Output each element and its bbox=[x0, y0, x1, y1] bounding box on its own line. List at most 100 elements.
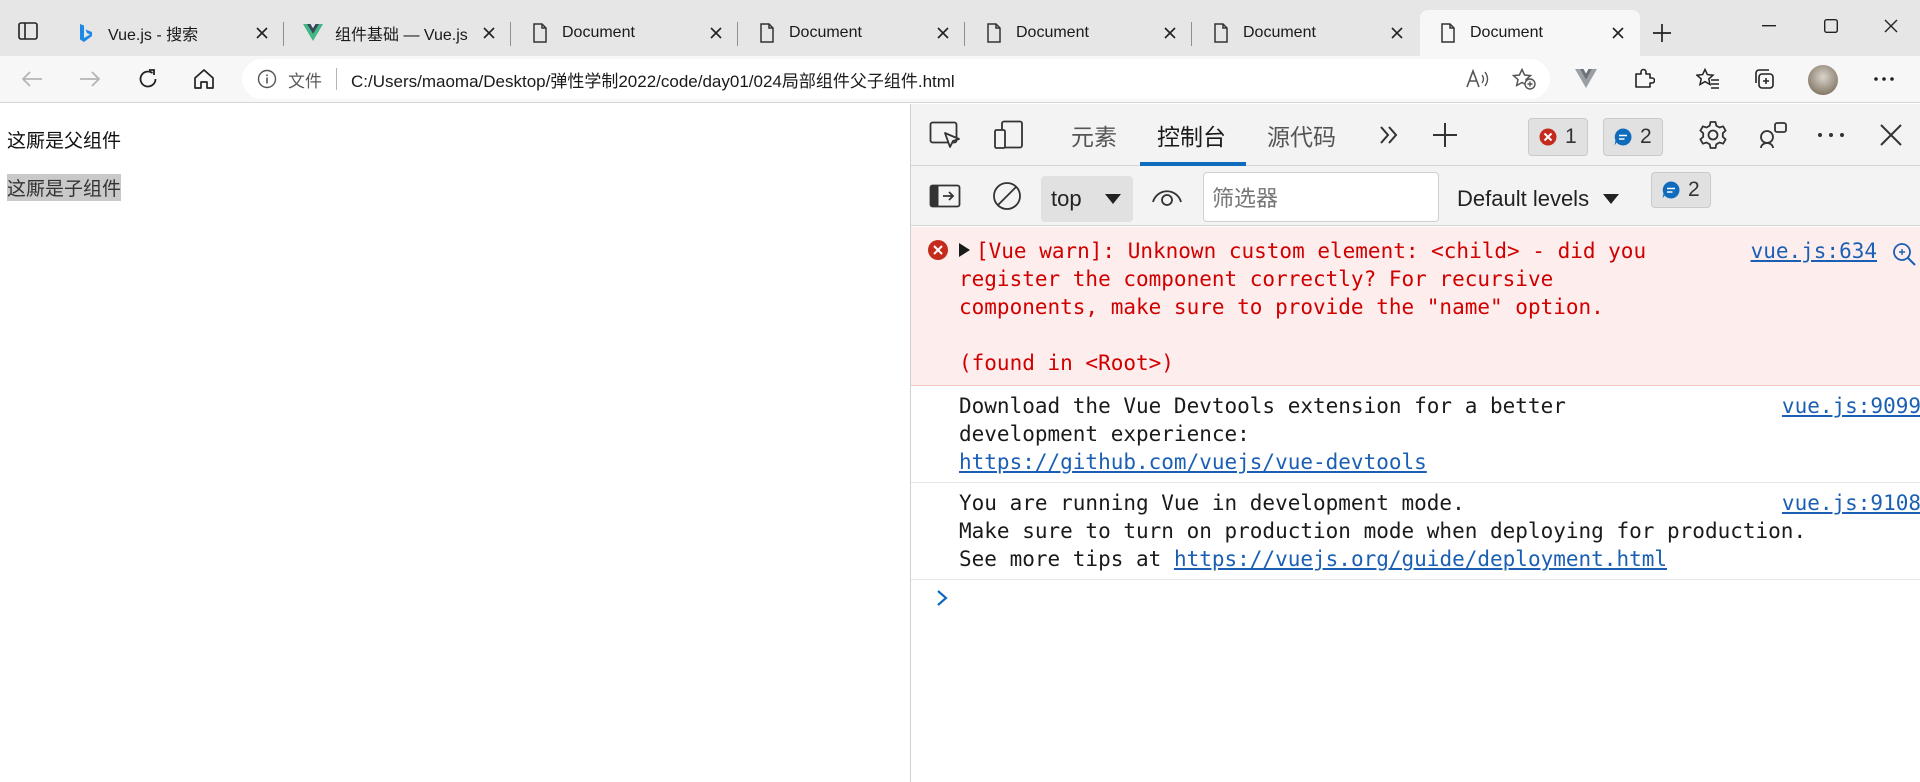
message-icon bbox=[1614, 128, 1632, 146]
bing-icon bbox=[76, 23, 96, 43]
settings-more-button[interactable] bbox=[1866, 62, 1902, 96]
back-button[interactable] bbox=[14, 62, 50, 96]
plus-icon bbox=[1433, 123, 1457, 147]
tab-console[interactable]: 控制台 bbox=[1157, 118, 1226, 152]
devtools-panel: 元素 控制台 源代码 1 2 top 筛选器 Default levels 2 … bbox=[910, 104, 1920, 782]
close-icon[interactable] bbox=[1385, 21, 1409, 45]
execution-context-select[interactable]: top bbox=[1041, 176, 1133, 222]
source-link[interactable]: vue.js:9108 bbox=[1761, 489, 1920, 517]
close-icon[interactable] bbox=[1606, 21, 1630, 45]
vue-icon bbox=[303, 23, 323, 43]
inspect-element-button[interactable] bbox=[925, 117, 965, 153]
devtools-link[interactable]: https://github.com/vuejs/vue-devtools bbox=[959, 450, 1427, 474]
more-tabs-button[interactable] bbox=[1369, 117, 1409, 153]
log-levels-dropdown[interactable]: Default levels bbox=[1457, 176, 1620, 222]
star-plus-icon bbox=[1512, 68, 1536, 90]
toggle-sidebar-button[interactable] bbox=[925, 178, 965, 214]
info-icon[interactable] bbox=[256, 68, 278, 90]
error-count-badge[interactable]: 1 bbox=[1528, 118, 1588, 156]
console-toolbar: top 筛选器 Default levels 2 bbox=[911, 166, 1920, 226]
source-link[interactable]: vue.js:634 bbox=[1717, 237, 1877, 265]
minimize-button[interactable] bbox=[1746, 10, 1792, 42]
close-devtools-button[interactable] bbox=[1871, 117, 1911, 153]
browser-tab[interactable]: 组件基础 — Vue.js bbox=[285, 10, 511, 56]
tab-sources[interactable]: 源代码 bbox=[1267, 118, 1336, 152]
profile-avatar[interactable] bbox=[1808, 65, 1838, 95]
console-prompt[interactable] bbox=[911, 580, 1920, 620]
clear-console-button[interactable] bbox=[987, 178, 1027, 214]
close-icon[interactable] bbox=[1158, 21, 1182, 45]
error-message-body: [Vue warn]: Unknown custom element: <chi… bbox=[959, 237, 1679, 377]
close-icon[interactable] bbox=[704, 21, 728, 45]
device-icon bbox=[994, 120, 1023, 149]
tab-elements[interactable]: 元素 bbox=[1071, 118, 1117, 152]
address-bar[interactable]: 文件 C:/Users/maoma/Desktop/弹性学制2022/code/… bbox=[242, 59, 1550, 99]
forward-button[interactable] bbox=[72, 62, 108, 96]
add-favorite-button[interactable] bbox=[1506, 62, 1542, 96]
issues-count-badge[interactable]: 2 bbox=[1651, 172, 1711, 208]
inspect-icon bbox=[929, 121, 960, 148]
close-window-button[interactable] bbox=[1868, 10, 1914, 42]
tab-separator bbox=[964, 22, 965, 46]
favorites-button[interactable] bbox=[1690, 62, 1726, 96]
info-message-line: See more tips at bbox=[959, 547, 1174, 571]
tab-strip: Vue.js - 搜索 组件基础 — Vue.js Document Docum… bbox=[0, 0, 1920, 62]
more-options-button[interactable] bbox=[1811, 117, 1851, 153]
browser-tab-active[interactable]: Document bbox=[1420, 10, 1640, 56]
message-count-badge[interactable]: 2 bbox=[1603, 118, 1663, 156]
browser-tab[interactable]: Document bbox=[1193, 10, 1419, 56]
error-count: 1 bbox=[1565, 125, 1577, 148]
console-filter-input[interactable]: 筛选器 bbox=[1203, 172, 1439, 222]
info-message-text: Download the Vue Devtools extension for … bbox=[959, 394, 1579, 446]
devtools-tabbar: 元素 控制台 源代码 1 2 bbox=[911, 104, 1920, 166]
new-tab-button[interactable] bbox=[1646, 18, 1678, 48]
close-icon[interactable] bbox=[931, 21, 955, 45]
browser-tab[interactable]: Document bbox=[739, 10, 965, 56]
browser-tab[interactable]: Document bbox=[512, 10, 738, 56]
customize-feedback-button[interactable] bbox=[1753, 117, 1793, 153]
error-icon bbox=[1539, 128, 1557, 146]
puzzle-icon bbox=[1635, 68, 1655, 88]
read-aloud-icon bbox=[1466, 69, 1489, 88]
minimize-icon bbox=[1762, 25, 1776, 27]
arrow-left-icon bbox=[21, 71, 42, 87]
device-emulation-button[interactable] bbox=[989, 117, 1029, 153]
close-icon bbox=[1884, 19, 1898, 33]
home-button[interactable] bbox=[186, 62, 222, 96]
tab-actions-button[interactable] bbox=[10, 16, 46, 46]
sidebar-toggle-icon bbox=[929, 184, 961, 208]
tab-separator bbox=[510, 22, 511, 46]
settings-button[interactable] bbox=[1693, 117, 1733, 153]
search-icon[interactable] bbox=[1891, 241, 1917, 267]
tab-separator bbox=[283, 22, 284, 46]
chevron-right-icon bbox=[937, 590, 948, 606]
vue-devtools-extension-button[interactable] bbox=[1568, 62, 1604, 96]
page-viewport: 这厮是父组件 这厮是子组件 bbox=[0, 104, 910, 782]
browser-tab[interactable]: Document bbox=[966, 10, 1192, 56]
info-message-body: Download the Vue Devtools extension for … bbox=[959, 392, 1679, 476]
browser-tab[interactable]: Vue.js - 搜索 bbox=[58, 10, 284, 56]
arrow-right-icon bbox=[80, 71, 101, 87]
live-expression-button[interactable] bbox=[1147, 178, 1187, 214]
console-message-info[interactable]: Download the Vue Devtools extension for … bbox=[911, 386, 1920, 483]
message-count: 2 bbox=[1640, 125, 1652, 148]
expand-triangle-icon[interactable] bbox=[959, 243, 970, 257]
url-text[interactable]: C:/Users/maoma/Desktop/弹性学制2022/code/day… bbox=[351, 67, 955, 92]
maximize-button[interactable] bbox=[1808, 10, 1854, 42]
console-message-error[interactable]: [Vue warn]: Unknown custom element: <chi… bbox=[911, 227, 1920, 386]
tab-title: Document bbox=[1243, 24, 1316, 41]
close-icon[interactable] bbox=[250, 21, 274, 45]
document-icon bbox=[1438, 23, 1458, 43]
add-tool-button[interactable] bbox=[1425, 117, 1465, 153]
close-icon[interactable] bbox=[477, 21, 501, 45]
collections-button[interactable] bbox=[1746, 62, 1782, 96]
deployment-guide-link[interactable]: https://vuejs.org/guide/deployment.html bbox=[1174, 547, 1667, 571]
refresh-button[interactable] bbox=[130, 62, 166, 96]
console-message-info[interactable]: You are running Vue in development mode.… bbox=[911, 483, 1920, 580]
extensions-button[interactable] bbox=[1626, 62, 1662, 96]
read-aloud-button[interactable] bbox=[1460, 62, 1496, 96]
clear-icon bbox=[993, 182, 1021, 210]
tab-title: Document bbox=[1016, 24, 1089, 41]
address-divider bbox=[336, 68, 337, 90]
source-link[interactable]: vue.js:9099 bbox=[1761, 392, 1920, 420]
